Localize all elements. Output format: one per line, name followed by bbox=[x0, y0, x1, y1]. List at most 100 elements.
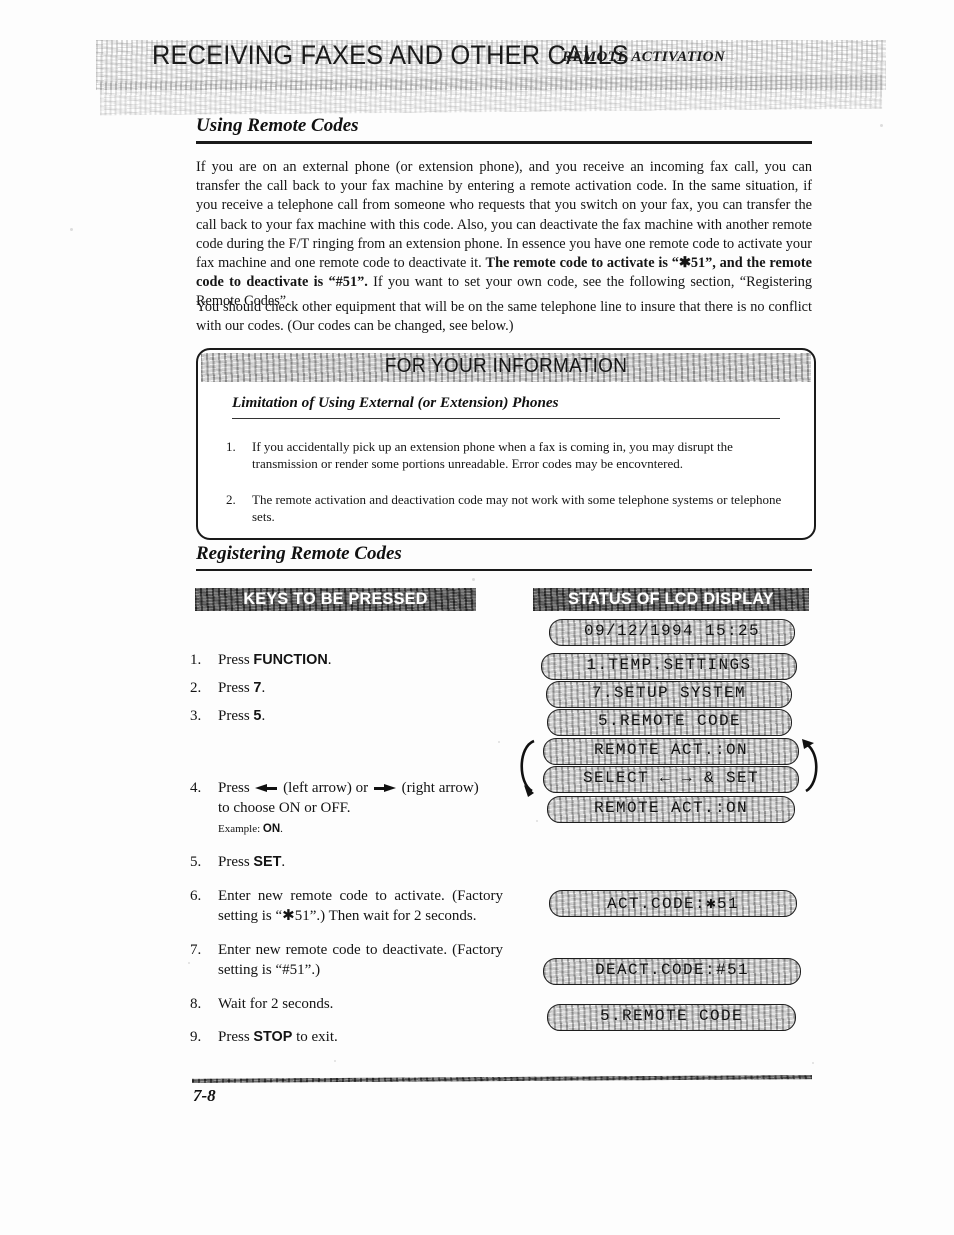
status-of-lcd-display-banner: STATUS OF LCD DISPLAY bbox=[533, 588, 809, 611]
lcd-text: ACT.CODE:✱51 bbox=[606, 895, 740, 913]
step-key: STOP bbox=[253, 1029, 293, 1045]
lcd-text: SELECT ← → & SET bbox=[582, 769, 760, 787]
section-registering-remote-codes: Registering Remote Codes bbox=[196, 543, 812, 572]
lcd-display-remote-code-menu: 5.REMOTE CODE bbox=[547, 709, 792, 736]
section-heading-registering: Registering Remote Codes bbox=[196, 543, 402, 564]
example-key: ON bbox=[262, 823, 281, 835]
step-number: 3. bbox=[190, 708, 202, 724]
step-item-8: 8. Wait for 2 seconds. bbox=[190, 994, 490, 1014]
page-header: RECEIVING FAXES AND OTHER CALLS REMOTE A… bbox=[96, 34, 886, 116]
lcd-display-temp-settings: 1.TEMP.SETTINGS bbox=[541, 653, 797, 680]
step-text-mid: (left arrow) or bbox=[279, 780, 372, 796]
step-number: 8. bbox=[190, 996, 202, 1012]
step-key: FUNCTION bbox=[253, 652, 328, 668]
step-item-3: 3. Press 5. bbox=[190, 706, 490, 726]
fyi-item-number: 2. bbox=[226, 491, 236, 507]
example-label: Example: bbox=[218, 823, 263, 835]
step-number: 7. bbox=[190, 942, 202, 958]
step-key: SET bbox=[253, 854, 282, 870]
lcd-text: 5.REMOTE CODE bbox=[599, 1007, 744, 1025]
lcd-text: REMOTE ACT.:ON bbox=[593, 741, 749, 759]
lcd-text: REMOTE ACT.:ON bbox=[593, 799, 749, 817]
footer-rule bbox=[191, 1075, 813, 1083]
alternate-arrow-left-icon bbox=[520, 739, 535, 797]
lcd-display-datetime: 09/12/1994 15:25 bbox=[549, 619, 795, 646]
step-number: 2. bbox=[190, 680, 202, 696]
step-text: Enter new remote code to deactivate. (Fa… bbox=[218, 942, 503, 978]
intro-paragraph-1: If you are on an external phone (or exte… bbox=[196, 158, 812, 312]
step-number: 5. bbox=[190, 854, 202, 870]
lcd-display-deact-code: DEACT.CODE:#51 bbox=[543, 958, 801, 985]
lcd-display-setup-system: 7.SETUP SYSTEM bbox=[546, 681, 792, 708]
lcd-text: 09/12/1994 15:25 bbox=[583, 622, 761, 640]
fyi-item-text: The remote activation and deactivation c… bbox=[252, 491, 782, 525]
keys-to-be-pressed-banner: KEYS TO BE PRESSED bbox=[195, 588, 476, 611]
step-text: Press bbox=[218, 652, 254, 668]
lcd-display-remote-act-on-confirm: REMOTE ACT.:ON bbox=[547, 796, 795, 823]
lcd-display-remote-code-return: 5.REMOTE CODE bbox=[547, 1004, 796, 1031]
header-scan-band-lower bbox=[99, 74, 883, 116]
step-number: 1. bbox=[190, 652, 202, 668]
step-item-2: 2. Press 7. bbox=[190, 678, 490, 698]
step-text-post: to exit. bbox=[292, 1029, 338, 1045]
steps-list: 1. Press FUNCTION. 2. Press 7. 3. Press … bbox=[190, 650, 503, 1047]
page-header-subtitle: REMOTE ACTIVATION bbox=[562, 49, 726, 65]
lcd-text: 5.REMOTE CODE bbox=[597, 712, 742, 730]
step-example: Example: ON. bbox=[218, 819, 490, 839]
page-number: 7-8 bbox=[193, 1086, 216, 1105]
fyi-heading: Limitation of Using External (or Extensi… bbox=[232, 394, 559, 411]
fyi-banner-label: FOR YOUR INFORMATION bbox=[384, 355, 628, 377]
lcd-text: 7.SETUP SYSTEM bbox=[591, 684, 747, 702]
lcd-display-remote-act-on: REMOTE ACT.:ON bbox=[543, 738, 799, 765]
scan-speck bbox=[498, 741, 500, 743]
step-text: Press bbox=[218, 680, 254, 696]
step-item-5: 5. Press SET. bbox=[190, 852, 490, 872]
alternate-arrow-right-icon bbox=[802, 739, 818, 793]
scan-speck bbox=[472, 578, 475, 581]
step-item-4: 4. Press (left arrow) or (right arrow) t… bbox=[190, 778, 490, 839]
scan-speck bbox=[880, 124, 883, 127]
step-number: 9. bbox=[190, 1029, 202, 1045]
document-page: RECEIVING FAXES AND OTHER CALLS REMOTE A… bbox=[0, 0, 954, 1235]
scan-speck bbox=[334, 1060, 336, 1062]
step-text-post: . bbox=[327, 652, 332, 668]
scan-speck bbox=[70, 228, 73, 231]
lcd-display-select-and-set: SELECT ← → & SET bbox=[543, 766, 799, 793]
step-item-1: 1. Press FUNCTION. bbox=[190, 650, 490, 670]
section-rule bbox=[196, 569, 812, 572]
step-text: Press bbox=[218, 708, 254, 724]
lcd-text: DEACT.CODE:#51 bbox=[594, 961, 750, 979]
step-text: Wait for 2 seconds. bbox=[218, 996, 334, 1012]
fyi-list-item: 1. If you accidentally pick up an extens… bbox=[226, 438, 792, 473]
step-text-post: . bbox=[261, 680, 266, 696]
step-number: 4. bbox=[190, 780, 202, 796]
step-text-post: . bbox=[281, 854, 286, 870]
step-item-7: 7. Enter new remote code to deactivate. … bbox=[190, 940, 503, 980]
for-your-information-box: FOR YOUR INFORMATION Limitation of Using… bbox=[196, 348, 816, 540]
example-post: . bbox=[280, 823, 283, 835]
status-banner-label: STATUS OF LCD DISPLAY bbox=[568, 589, 774, 608]
step-text: Press bbox=[218, 780, 254, 796]
page-title: RECEIVING FAXES AND OTHER CALLS bbox=[152, 40, 629, 70]
step-text: Press bbox=[218, 854, 254, 870]
lcd-display-act-code: ACT.CODE:✱51 bbox=[549, 890, 797, 917]
lcd-text: 1.TEMP.SETTINGS bbox=[586, 656, 752, 674]
fyi-list-item: 2. The remote activation and deactivatio… bbox=[226, 491, 792, 526]
scan-speck bbox=[188, 962, 190, 964]
fyi-item-text: If you accidentally pick up an extension… bbox=[252, 439, 733, 472]
step-item-6: 6. Enter new remote code to activate. (F… bbox=[190, 886, 503, 926]
section-heading-using: Using Remote Codes bbox=[196, 115, 359, 136]
step-text-post: . bbox=[261, 708, 266, 724]
intro-paragraph-2: You should check other equipment that wi… bbox=[196, 299, 812, 335]
step-text: Enter new remote code to activate. (Fact… bbox=[218, 888, 503, 924]
fyi-item-number: 1. bbox=[226, 439, 236, 454]
scan-speck bbox=[812, 1062, 814, 1064]
keys-banner-label: KEYS TO BE PRESSED bbox=[243, 589, 428, 608]
left-arrow-icon bbox=[255, 784, 278, 793]
section-using-remote-codes: Using Remote Codes bbox=[196, 115, 812, 144]
section-rule bbox=[196, 141, 812, 144]
right-arrow-icon bbox=[373, 784, 396, 793]
fyi-list: 1. If you accidentally pick up an extens… bbox=[226, 426, 792, 526]
fyi-heading-rule bbox=[232, 418, 780, 420]
scan-speck bbox=[536, 820, 538, 822]
